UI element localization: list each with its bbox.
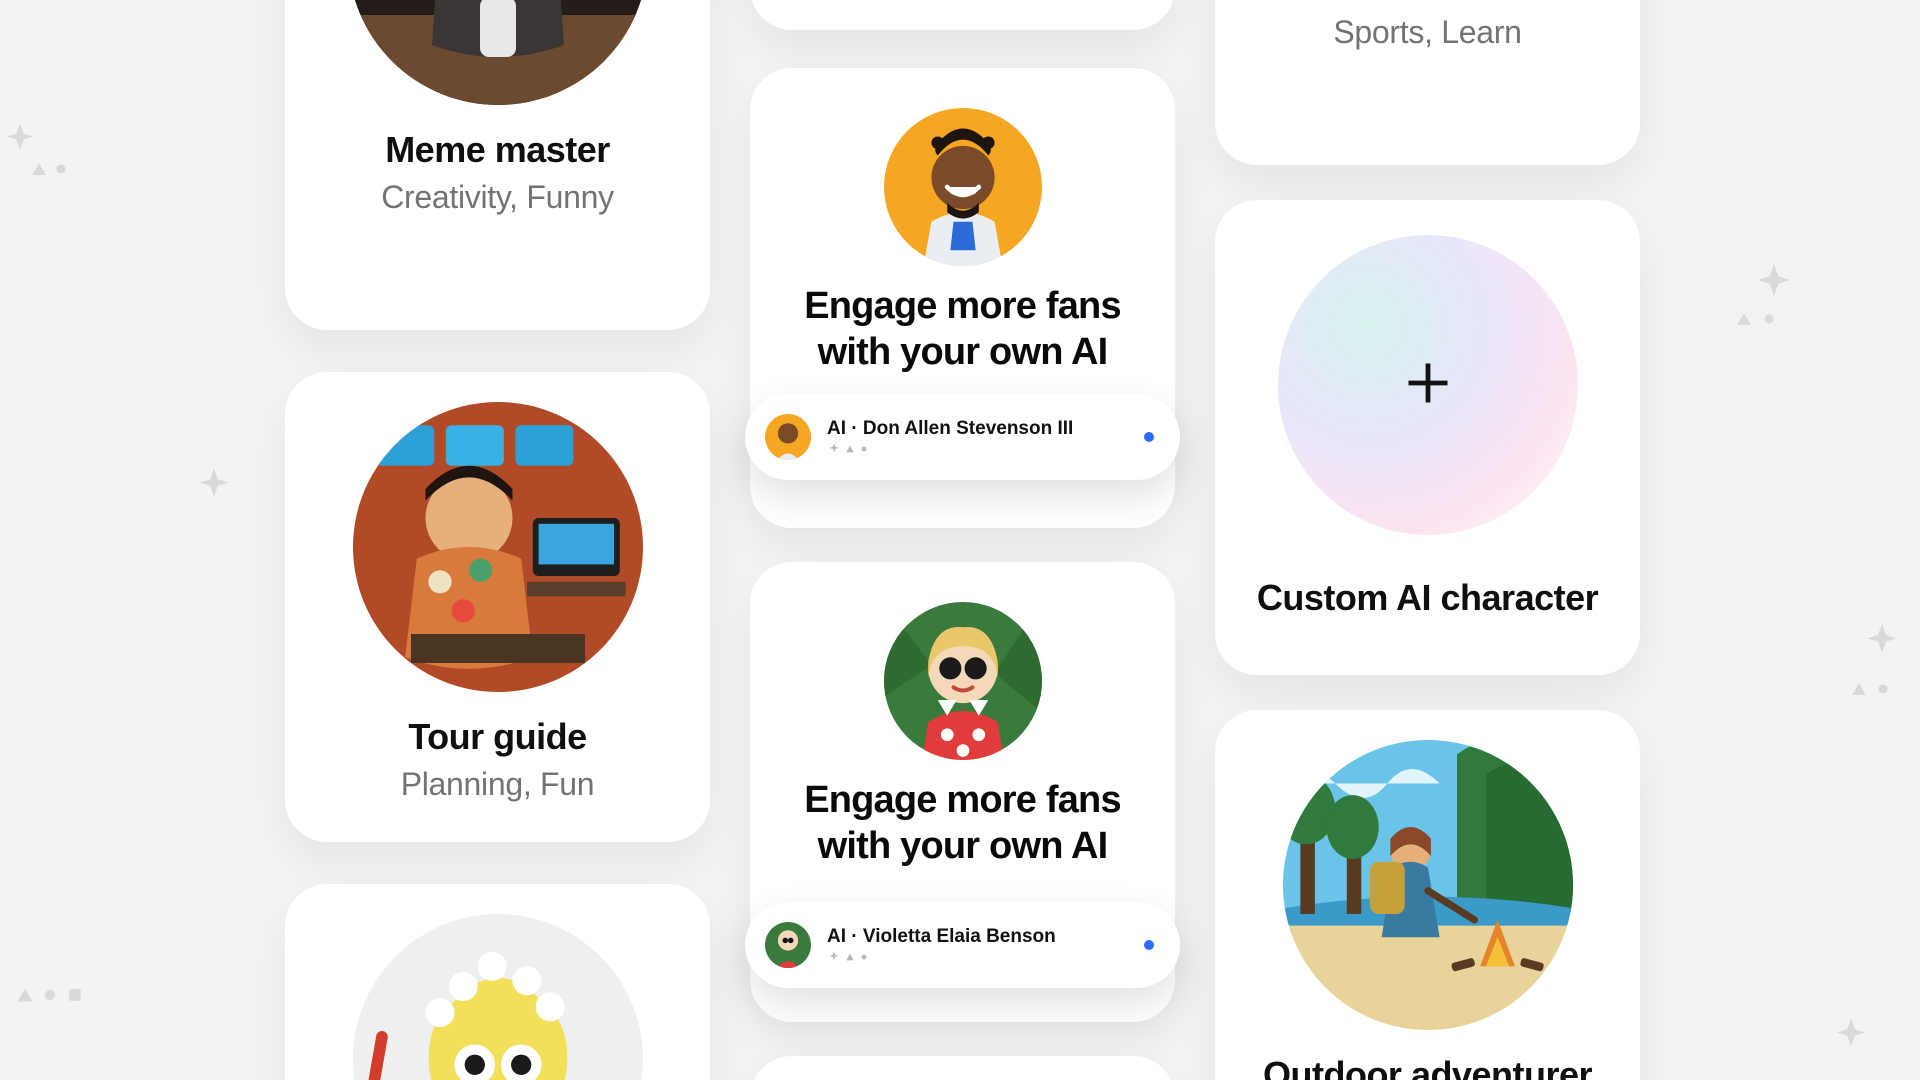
promo-headline: Engage more fans with your own AI: [750, 778, 1175, 869]
decoration-cluster: [0, 110, 80, 190]
card-title: Tour guide: [285, 716, 710, 758]
status-dot: [1144, 432, 1154, 442]
ai-creator-pill[interactable]: AI · Violetta Elaia Benson: [745, 902, 1180, 988]
avatar: [884, 108, 1042, 266]
character-card-tour-guide[interactable]: Tour guide Planning, Fun: [285, 372, 710, 842]
avatar: [348, 0, 648, 105]
character-card-partial[interactable]: [285, 884, 710, 1080]
decoration-cluster: [188, 460, 258, 530]
decoration-cluster: [1850, 620, 1920, 720]
status-dot: [1144, 940, 1154, 950]
avatar: [353, 914, 643, 1080]
gradient-avatar: [1278, 235, 1578, 535]
avatar: [884, 602, 1042, 760]
pill-label: AI · Don Allen Stevenson III: [827, 418, 1128, 440]
card-subtitle: Planning, Fun: [285, 766, 710, 803]
card-title: Athletic trainer: [1215, 0, 1640, 6]
card-partial-bottom[interactable]: [750, 1056, 1175, 1080]
custom-ai-card[interactable]: Custom AI character: [1215, 200, 1640, 675]
avatar-small: [765, 414, 811, 460]
ai-creator-pill[interactable]: AI · Don Allen Stevenson III: [745, 394, 1180, 480]
plus-icon: [1402, 357, 1454, 414]
promo-card[interactable]: Engage more fans with your own AI AI · D…: [750, 68, 1175, 528]
sparkle-icon: [827, 950, 1128, 964]
pill-label: AI · Violetta Elaia Benson: [827, 926, 1128, 948]
card-subtitle: Creativity, Funny: [285, 179, 710, 216]
promo-card[interactable]: Engage more fans with your own AI AI · V…: [750, 562, 1175, 1022]
sparkle-icon: [827, 442, 1128, 456]
character-card-outdoor-adventurer[interactable]: Outdoor adventurer: [1215, 710, 1640, 1080]
character-card-meme-master[interactable]: Meme master Creativity, Funny: [285, 0, 710, 330]
decoration-cluster: [10, 960, 100, 1030]
promo-headline: Engage more fans with your own AI: [750, 284, 1175, 375]
avatar: [1283, 740, 1573, 1030]
avatar-small: [765, 922, 811, 968]
card-title: Outdoor adventurer: [1215, 1054, 1640, 1080]
avatar: [353, 402, 643, 692]
card-title: Custom AI character: [1215, 577, 1640, 619]
decoration-cluster: [1730, 255, 1820, 345]
card-partial-top[interactable]: [750, 0, 1175, 30]
character-card-athletic-trainer[interactable]: Athletic trainer Sports, Learn: [1215, 0, 1640, 165]
card-title: Meme master: [285, 129, 710, 171]
card-subtitle: Sports, Learn: [1215, 14, 1640, 51]
decoration-cluster: [1820, 1010, 1890, 1070]
